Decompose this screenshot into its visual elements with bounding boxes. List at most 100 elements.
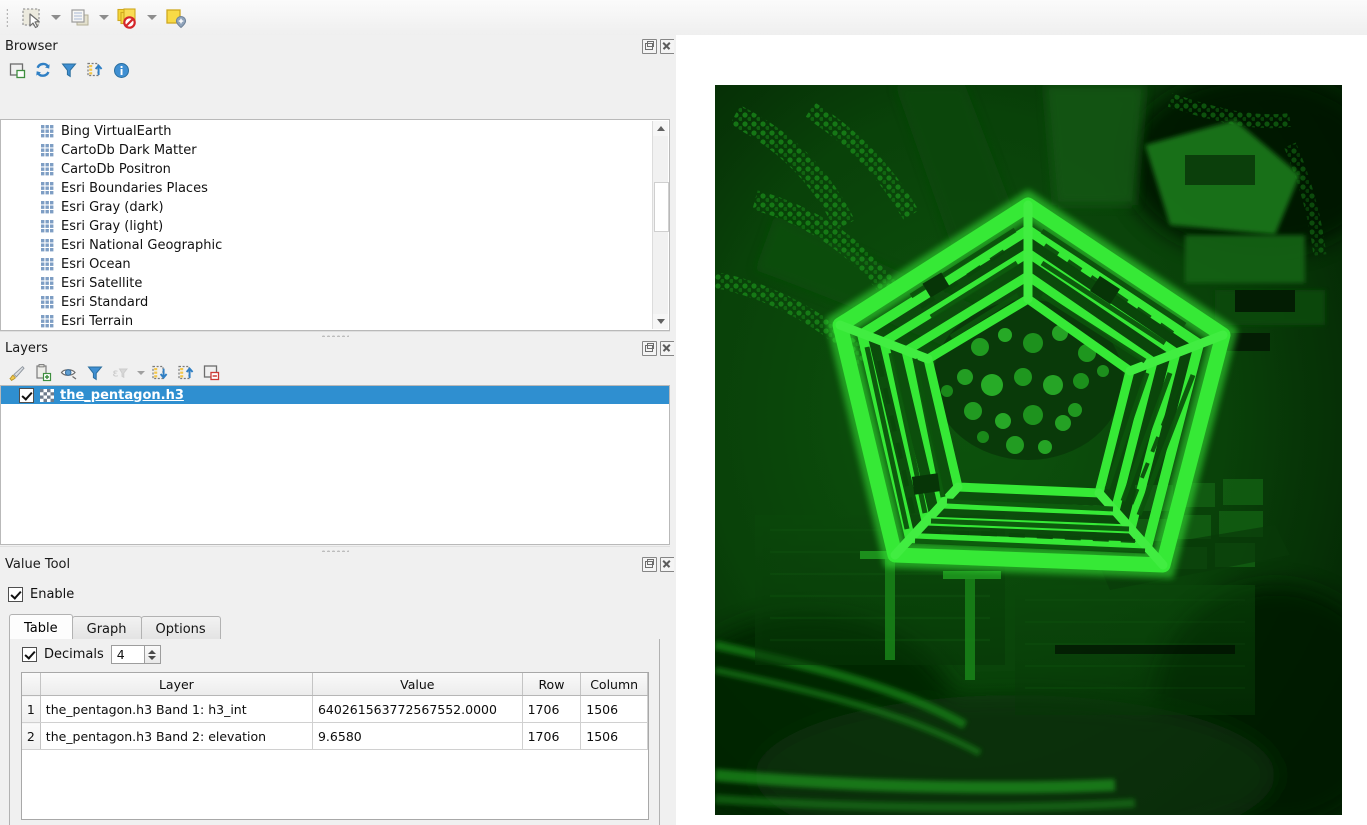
caret-up-icon [656, 126, 665, 131]
manage-layer-visibility-button[interactable] [57, 362, 81, 384]
collapse-all-button[interactable] [174, 362, 198, 384]
filter-icon [87, 366, 103, 381]
browser-item-label: Esri Terrain [61, 314, 134, 329]
browser-vertical-scrollbar[interactable] [652, 121, 669, 329]
tab-options-label: Options [155, 621, 206, 637]
collapse-all-icon [87, 62, 103, 77]
browser-item[interactable]: Esri Ocean [41, 255, 669, 274]
decimals-input[interactable]: 4 [110, 645, 145, 664]
enable-label: Enable [30, 586, 75, 602]
enable-checkbox[interactable] [8, 586, 23, 602]
select-features-dropdown[interactable] [49, 4, 63, 32]
browser-item[interactable]: Esri Satellite [41, 274, 669, 293]
filter-icon [61, 63, 77, 78]
value-table-element: Layer Value Row Column 1 the_pentagon.h3 … [22, 673, 648, 750]
browser-item[interactable]: CartoDb Positron [41, 160, 669, 179]
open-layer-styling-button[interactable] [5, 362, 29, 384]
remove-layer-button[interactable] [200, 362, 224, 384]
expression-dropdown[interactable] [135, 362, 146, 384]
column-header-value[interactable]: Value [312, 673, 523, 696]
tab-table-label: Table [24, 620, 58, 636]
browser-item[interactable]: Esri Gray (dark) [41, 198, 669, 217]
column-header-column[interactable]: Column [580, 673, 648, 696]
decimals-checkbox[interactable] [22, 647, 37, 662]
browser-close-button[interactable] [660, 38, 675, 54]
scroll-up-button[interactable] [653, 121, 668, 136]
toolbar-grip[interactable] [3, 4, 13, 32]
browser-item[interactable]: CartoDb Dark Matter [41, 141, 669, 160]
expression-filter-icon: ε [113, 367, 128, 380]
properties-button[interactable] [109, 59, 133, 81]
info-icon [113, 62, 129, 78]
expand-all-button[interactable] [148, 362, 172, 384]
add-group-button[interactable] [31, 362, 55, 384]
value-table[interactable]: Layer Value Row Column 1 the_pentagon.h3 … [21, 672, 649, 820]
xyz-tiles-icon [41, 220, 54, 233]
scrollbar-thumb[interactable] [654, 182, 669, 232]
browser-item[interactable]: Esri Terrain [41, 312, 669, 330]
browser-item[interactable]: Esri Standard [41, 293, 669, 312]
refresh-button[interactable] [31, 59, 55, 81]
attribute-table-dropdown[interactable] [97, 4, 111, 32]
layer-visibility-checkbox[interactable] [19, 387, 34, 403]
column-cell: 1506 [580, 695, 648, 723]
xyz-tiles-icon [41, 296, 54, 309]
tab-options[interactable]: Options [140, 616, 221, 641]
filter-legend-by-expression-button[interactable]: ε [109, 362, 133, 384]
browser-item-label: CartoDb Dark Matter [61, 143, 197, 158]
column-header-layer[interactable]: Layer [40, 673, 313, 696]
layers-toolbar: ε [0, 360, 675, 386]
collapse-all-button[interactable] [83, 59, 107, 81]
tab-table[interactable]: Table [9, 614, 73, 641]
xyz-tiles-icon [41, 201, 54, 214]
add-selected-layers-button[interactable] [5, 59, 29, 81]
deselect-features-button[interactable] [112, 3, 144, 33]
attribute-table-icon [71, 8, 89, 25]
browser-panel-header: Browser [0, 35, 679, 57]
row-cell: 1706 [522, 695, 582, 723]
decimals-stepper[interactable] [144, 645, 161, 664]
layers-close-button[interactable] [660, 340, 675, 356]
table-row[interactable]: 1 the_pentagon.h3 Band 1: h3_int 640261563… [22, 695, 648, 723]
layers-tree[interactable]: the_pentagon.h3 [0, 385, 670, 545]
value-tool-enable-row[interactable]: Enable [0, 584, 74, 604]
decimals-label: Decimals [44, 647, 104, 662]
layer-item-the-pentagon-h3[interactable]: the_pentagon.h3 [1, 386, 669, 404]
map-canvas[interactable] [676, 35, 1367, 825]
browser-item[interactable]: Bing VirtualEarth [41, 122, 669, 141]
tab-graph[interactable]: Graph [71, 616, 142, 641]
filter-browser-button[interactable] [57, 59, 81, 81]
browser-item[interactable]: Esri National Geographic [41, 236, 669, 255]
select-features-button[interactable] [16, 3, 48, 33]
browser-item[interactable]: Esri Boundaries Places [41, 179, 669, 198]
xyz-tiles-icon [41, 163, 54, 176]
value-cell: 9.6580 [312, 722, 523, 750]
table-corner-header [22, 673, 41, 696]
table-header-row: Layer Value Row Column [22, 673, 648, 696]
select-value-button[interactable] [160, 3, 192, 33]
value-tool-close-button[interactable] [660, 556, 675, 572]
layers-float-button[interactable] [642, 340, 657, 356]
column-header-row[interactable]: Row [522, 673, 582, 696]
eye-icon [60, 369, 76, 380]
filter-legend-button[interactable] [83, 362, 107, 384]
browser-item[interactable]: Esri Gray (light) [41, 217, 669, 236]
value-tool-float-button[interactable] [642, 556, 657, 572]
column-cell: 1506 [580, 722, 648, 750]
value-tool-table-pane: Decimals 4 Layer Value Row Column 1 the_… [9, 639, 660, 825]
deselect-dropdown[interactable] [145, 4, 159, 32]
open-attribute-table-button[interactable] [64, 3, 96, 33]
layer-item-label: the_pentagon.h3 [60, 387, 184, 403]
browser-tree[interactable]: Bing VirtualEarth CartoDb Dark Matter Cart… [0, 119, 670, 331]
main-toolbar [0, 0, 1367, 36]
table-row[interactable]: 2 the_pentagon.h3 Band 2: elevation 9.6580… [22, 722, 648, 750]
xyz-tiles-icon [41, 258, 54, 271]
scroll-down-button[interactable] [653, 314, 668, 329]
browser-float-button[interactable] [642, 38, 657, 54]
chevron-down-icon [136, 371, 145, 375]
browser-item-label: Esri Satellite [61, 276, 143, 291]
value-tool-panel-header: Value Tool [0, 553, 679, 575]
layer-cell: the_pentagon.h3 Band 1: h3_int [40, 695, 313, 723]
value-cell: 640261563772567552.0000 [312, 695, 523, 723]
refresh-icon [36, 62, 50, 77]
